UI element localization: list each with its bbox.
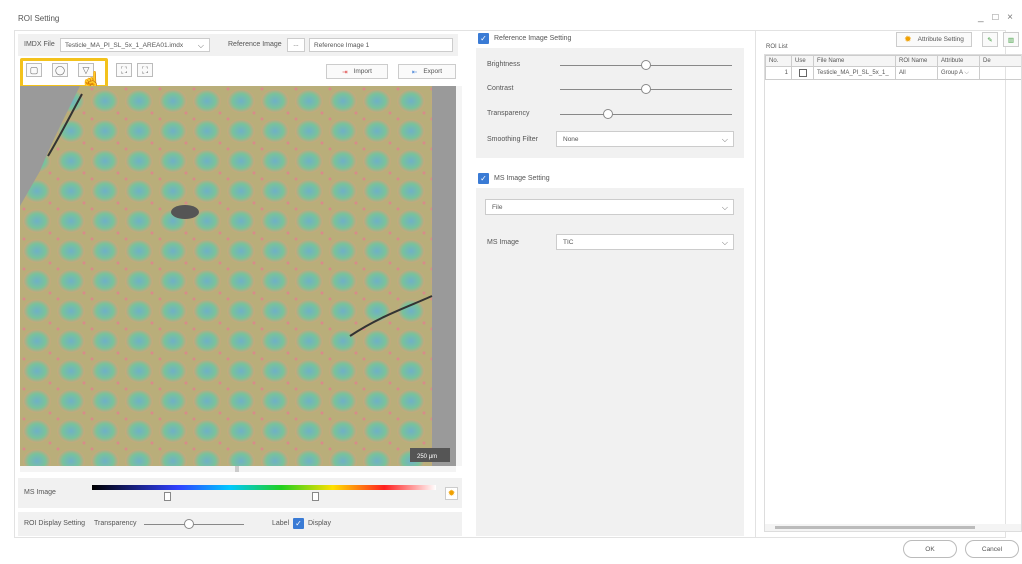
chevron-down-icon: ⌵ <box>721 203 728 212</box>
ms-image-select[interactable]: TIC ⌵ <box>556 234 734 250</box>
color-setting-button[interactable]: ✹ <box>445 487 458 500</box>
image-viewport[interactable]: 250 µm <box>20 86 456 466</box>
gear-icon: ✹ <box>904 34 912 44</box>
import-button[interactable]: ⇥ Import <box>326 64 388 79</box>
export-icon: ⇤ <box>411 68 418 76</box>
ms-image-bar-panel <box>18 478 462 508</box>
reference-image-field[interactable]: Reference Image 1 <box>309 38 453 52</box>
reference-browse-button[interactable]: ... <box>287 38 305 52</box>
display-label: Display <box>308 520 331 527</box>
rectangle-tool-button[interactable]: ▢ <box>26 63 42 77</box>
label-text: Label <box>272 520 290 527</box>
chevron-down-icon: ⌵ <box>721 135 728 144</box>
tissue-image: 250 µm <box>20 86 450 466</box>
roi-list-title: ROI List <box>766 44 788 50</box>
chevron-down-icon: ⌵ <box>197 41 204 50</box>
contrast-knob[interactable] <box>641 84 651 94</box>
pencil-icon: ✎ <box>987 36 993 44</box>
use-checkbox[interactable] <box>798 69 807 77</box>
transparency-label: Transparency <box>487 110 530 117</box>
horizontal-scrollbar[interactable] <box>20 466 456 472</box>
cancel-button[interactable]: Cancel <box>965 540 1019 558</box>
export-label: Export <box>423 68 443 75</box>
chevron-down-icon: ⌵ <box>721 238 728 247</box>
export-button[interactable]: ⇤ Export <box>398 64 456 79</box>
ms-image-value: TIC <box>563 239 574 246</box>
reference-setting-checkbox[interactable]: ✓ <box>478 33 489 44</box>
brightness-knob[interactable] <box>641 60 651 70</box>
column-header[interactable]: ROI Name <box>895 55 938 67</box>
display-checkbox[interactable]: ✓ <box>293 518 304 529</box>
zoom-fit-icon: ⛶ <box>141 64 149 75</box>
roi-display-label: ROI Display Setting <box>24 520 86 527</box>
table-row[interactable]: 1 Testicle_MA_PI_SL_5x_1_ All Group A ⌵ <box>765 66 1021 80</box>
rectangle-tool-icon: ▢ <box>29 64 39 75</box>
low-threshold-handle[interactable] <box>164 492 172 501</box>
delete-button[interactable]: ▥ <box>1003 32 1019 47</box>
attribute-setting-label: Attribute Setting <box>917 36 964 43</box>
ellipse-tool-button[interactable]: ◯ <box>52 63 68 77</box>
brightness-label: Brightness <box>487 61 521 68</box>
roi-transparency-label: Transparency <box>94 520 137 527</box>
ms-image-bar-label: MS Image <box>24 489 56 496</box>
smoothing-filter-select[interactable]: None ⌵ <box>556 131 734 147</box>
roi-transparency-slider[interactable] <box>144 524 244 525</box>
description-cell <box>979 66 1021 80</box>
chevron-down-icon: ⌵ <box>964 69 969 76</box>
zoom-fit-button[interactable]: ⛶ <box>137 63 153 77</box>
scale-bar-label: 250 µm <box>417 454 437 460</box>
column-header[interactable]: File Name <box>813 55 896 67</box>
table-header-row: No. Use File Name ROI Name Attribute De <box>765 55 1021 67</box>
window-controls[interactable]: _ □ × <box>978 12 1016 23</box>
roi-list-table-wrapper: No. Use File Name ROI Name Attribute De … <box>764 54 1022 532</box>
smoothing-filter-value: None <box>563 136 579 143</box>
ms-image-label: MS Image <box>487 239 519 246</box>
ok-button[interactable]: OK <box>903 540 957 558</box>
attribute-setting-button[interactable]: ✹ Attribute Setting <box>896 32 972 47</box>
edit-button[interactable]: ✎ <box>982 32 998 47</box>
use-cell <box>791 66 814 80</box>
row-number: 1 <box>765 66 792 80</box>
attribute-value: Group A <box>941 69 963 76</box>
column-header[interactable]: No. <box>765 55 792 67</box>
column-header[interactable]: Use <box>791 55 814 67</box>
ms-source-select[interactable]: File ⌵ <box>485 199 734 215</box>
fit-button[interactable]: ⛶ <box>116 63 132 77</box>
ms-setting-checkbox[interactable]: ✓ <box>478 173 489 184</box>
reference-setting-title: Reference Image Setting <box>494 35 572 42</box>
import-label: Import <box>353 68 372 75</box>
msi-file-value: Testicle_MA_PI_SL_5x_1_AREA01.imdx <box>65 42 184 49</box>
vertical-scrollbar[interactable] <box>456 86 462 466</box>
roi-list-hscrollbar[interactable] <box>765 524 1021 531</box>
scroll-thumb[interactable] <box>235 466 239 472</box>
scroll-thumb[interactable] <box>775 526 975 529</box>
msi-file-select[interactable]: Testicle_MA_PI_SL_5x_1_AREA01.imdx ⌵ <box>60 38 210 52</box>
roi-name-cell: All <box>895 66 938 80</box>
attribute-cell[interactable]: Group A ⌵ <box>937 66 980 80</box>
column-header[interactable]: Attribute <box>937 55 980 67</box>
contrast-label: Contrast <box>487 85 514 92</box>
column-header[interactable]: De <box>979 55 1021 67</box>
high-threshold-handle[interactable] <box>312 492 320 501</box>
roi-list-table: No. Use File Name ROI Name Attribute De … <box>765 55 1021 80</box>
trash-icon: ▥ <box>1007 36 1015 44</box>
window-title: ROI Setting <box>18 14 60 23</box>
ms-setting-title: MS Image Setting <box>494 175 550 182</box>
color-scale-bar <box>92 485 436 490</box>
ellipse-tool-icon: ◯ <box>54 64 66 75</box>
msi-file-label: IMDX File <box>24 41 55 48</box>
reference-image-label: Reference Image <box>228 41 282 48</box>
gear-icon: ✹ <box>447 488 456 498</box>
import-icon: ⇥ <box>342 68 348 76</box>
fit-icon: ⛶ <box>120 64 128 75</box>
panel-divider <box>755 30 756 538</box>
transparency-slider[interactable] <box>560 114 732 115</box>
ms-source-value: File <box>492 204 503 211</box>
smoothing-filter-label: Smoothing Filter <box>487 136 538 143</box>
file-name-cell: Testicle_MA_PI_SL_5x_1_ <box>813 66 896 80</box>
roi-transparency-knob[interactable] <box>184 519 194 529</box>
